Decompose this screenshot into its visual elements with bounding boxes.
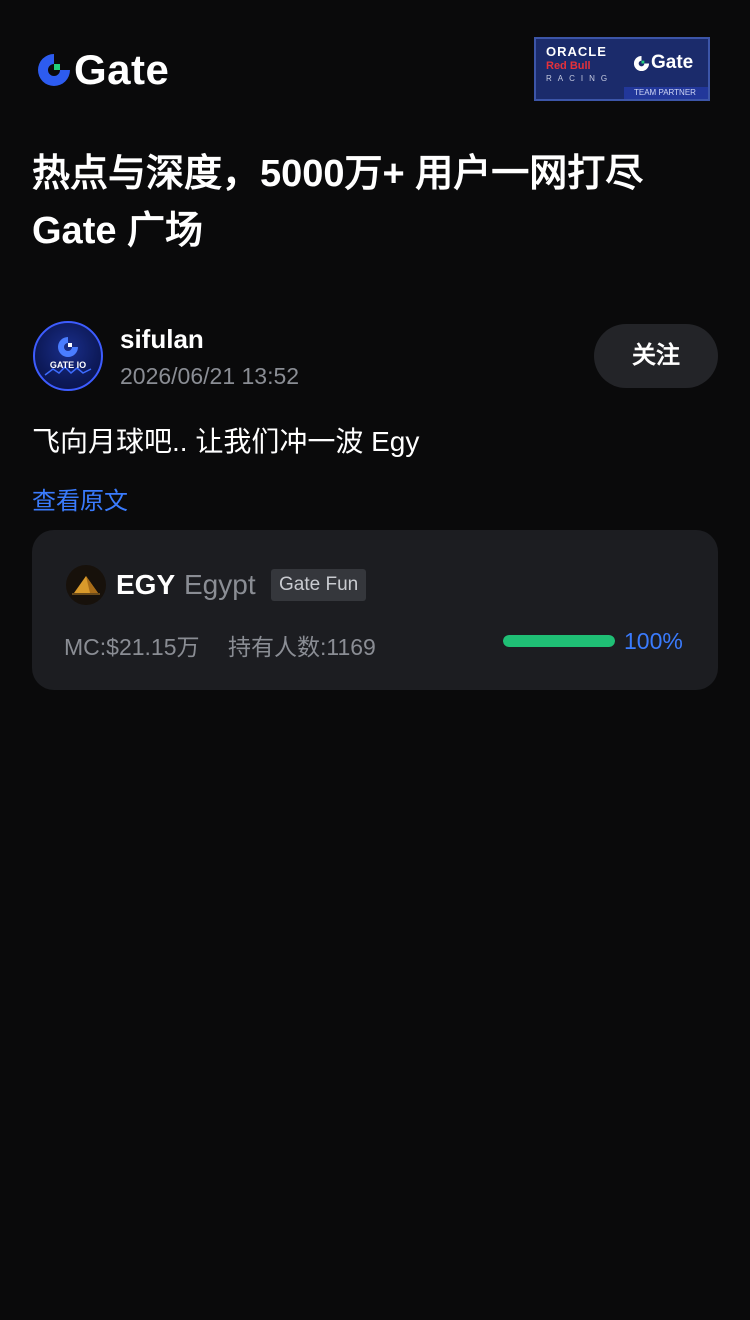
avatar-label: GATE IO xyxy=(49,360,87,370)
avatar[interactable]: GATE IO xyxy=(33,321,103,391)
page: Gate ORACLE Red Bull RACING Gate TEAM PA… xyxy=(0,0,750,1320)
hero-line-2: Gate 广场 xyxy=(32,210,204,252)
partner-gate-logo: Gate xyxy=(633,52,693,74)
partner-gate-text: Gate xyxy=(651,52,694,73)
hero-title: 热点与深度，5000万+ 用户一网打尽 Gate 广场 xyxy=(32,146,722,260)
gate-logo[interactable]: Gate xyxy=(36,46,170,93)
post-content: 飞向月球吧.. 让我们冲一波 Egy xyxy=(32,426,420,457)
partner-tag: TEAM PARTNER xyxy=(624,87,708,99)
logo-text: Gate xyxy=(74,46,170,93)
partner-oracle-text: ORACLE xyxy=(546,44,607,59)
token-badge: Gate Fun xyxy=(271,569,367,601)
token-card[interactable]: EGY Egypt Gate Fun MC:$21.15万 持有人数:1169 … xyxy=(32,530,718,690)
progress-percent: 100% xyxy=(624,628,683,654)
partner-redbull-text: Red Bull xyxy=(546,60,591,72)
progress-fill xyxy=(503,635,615,647)
token-name: Egypt xyxy=(184,569,256,600)
avatar-logo-icon xyxy=(44,337,92,376)
partner-banner[interactable]: ORACLE Red Bull RACING Gate TEAM PARTNER xyxy=(534,37,710,101)
progress-bar xyxy=(503,635,615,647)
token-holders: 持有人数:1169 xyxy=(228,634,376,660)
partner-gate-icon xyxy=(633,55,650,71)
token-market-cap: MC:$21.15万 xyxy=(64,634,200,660)
view-original-link[interactable]: 查看原文 xyxy=(32,481,128,516)
follow-button[interactable]: 关注 xyxy=(594,324,718,388)
hero-line-1: 热点与深度，5000万+ 用户一网打尽 xyxy=(32,153,644,195)
post-timestamp: 2026/06/21 13:52 xyxy=(120,363,300,389)
author-name[interactable]: sifulan xyxy=(120,324,204,355)
header: Gate ORACLE Red Bull RACING Gate TEAM PA… xyxy=(0,0,750,130)
gate-logo-icon xyxy=(38,54,70,86)
token-egypt-icon xyxy=(66,565,106,605)
partner-racing-text: RACING xyxy=(546,74,614,83)
token-symbol: EGY xyxy=(116,569,176,600)
